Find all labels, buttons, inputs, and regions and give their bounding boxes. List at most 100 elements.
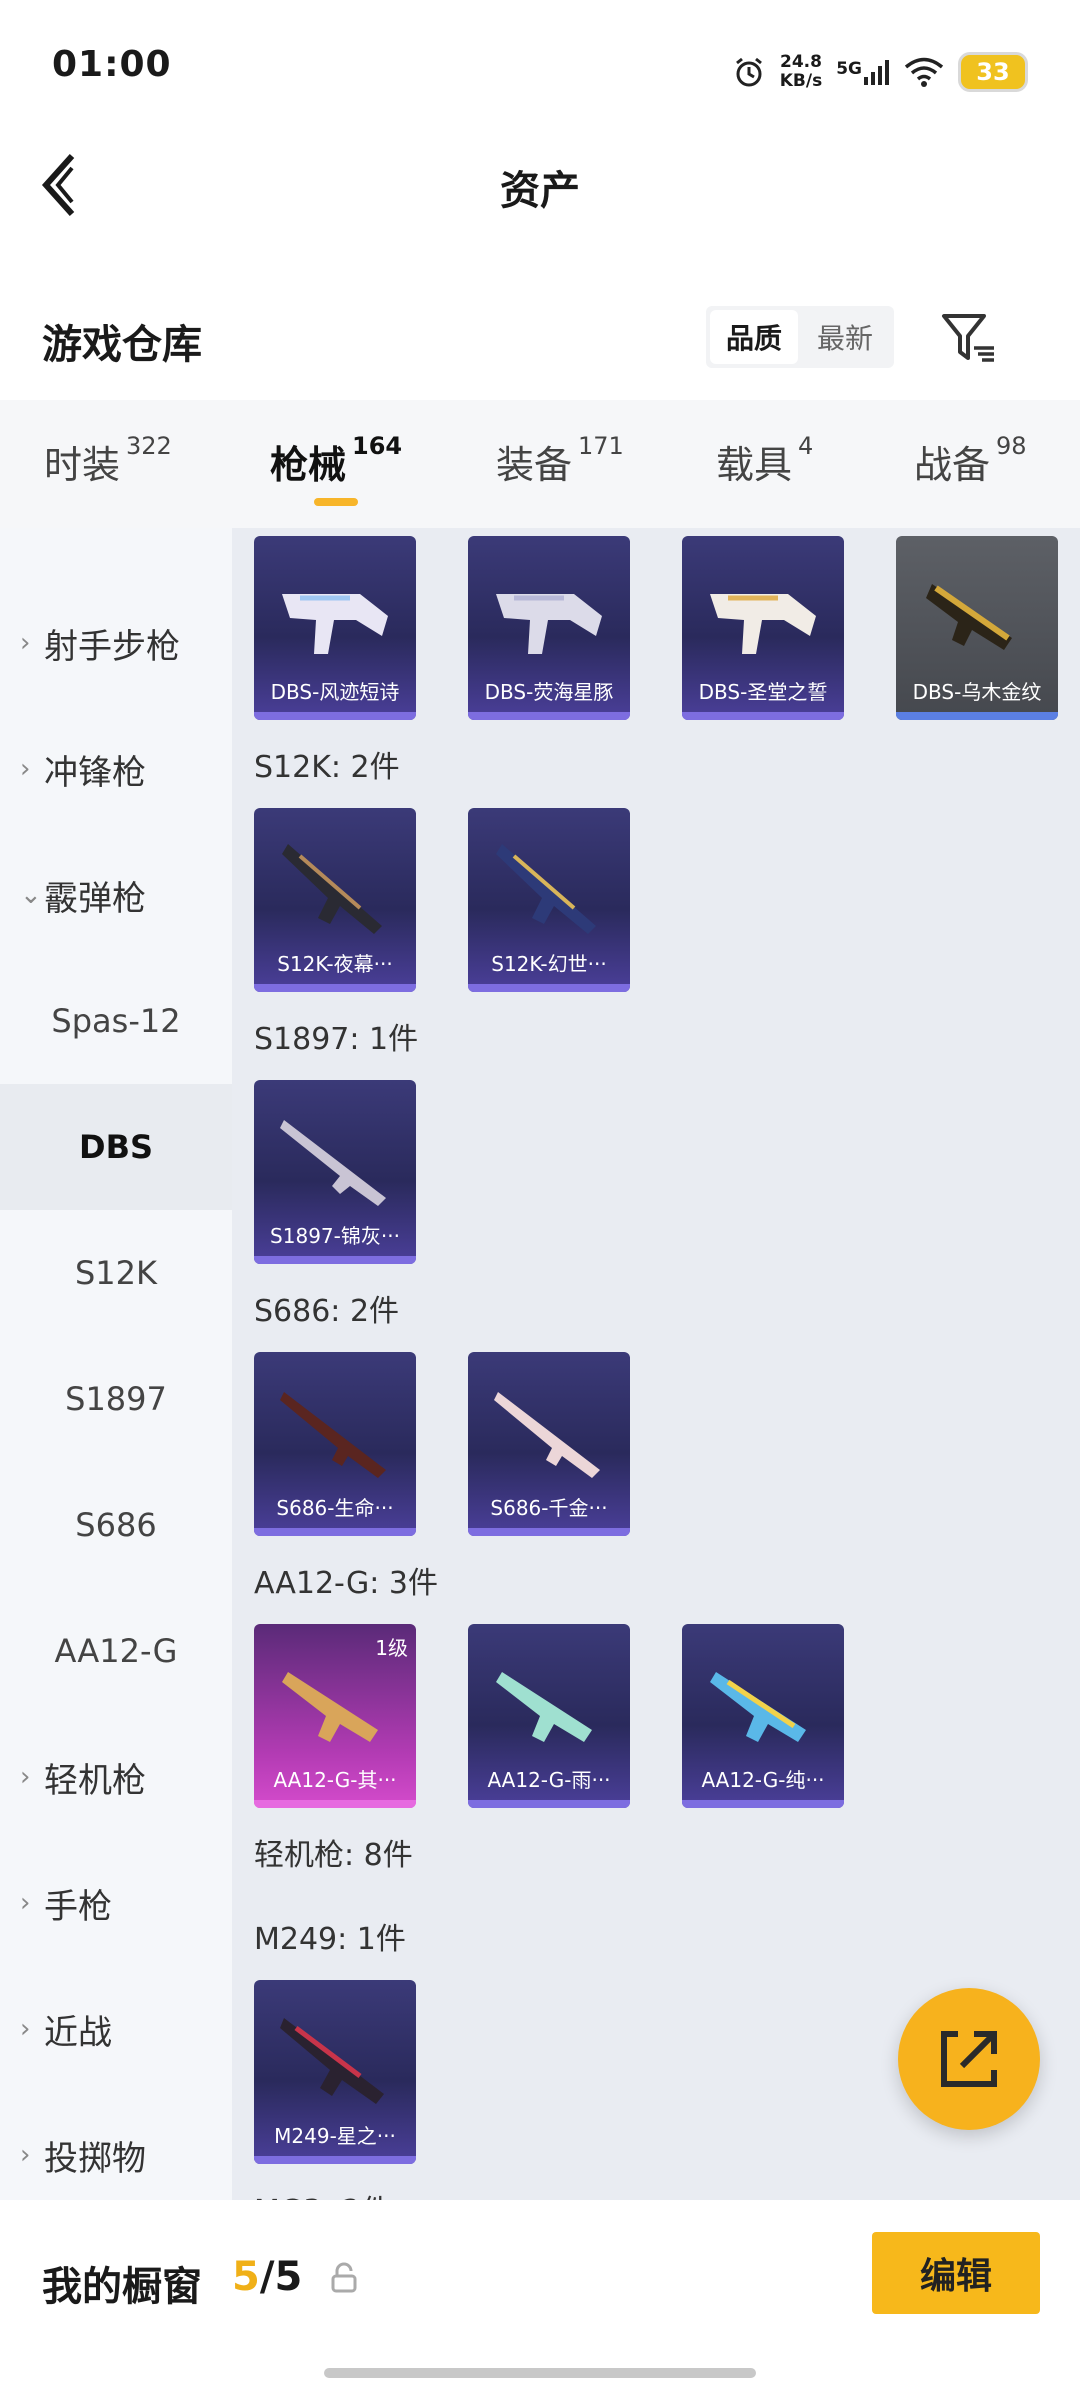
weapon-skin-image	[710, 594, 816, 654]
sidebar-item-s686[interactable]: S686	[0, 1462, 232, 1588]
weapon-card-name: M249-星之···	[274, 2124, 396, 2148]
tab-fashion[interactable]: 时装 322	[44, 432, 172, 489]
rarity-stripe	[682, 712, 844, 720]
weapon-card-name: DBS-风迹短诗	[270, 680, 400, 704]
sidebar-item-label: 近战	[44, 2012, 112, 2053]
weapon-card[interactable]: DBS-乌木金纹	[896, 536, 1058, 720]
status-icons: 24.8 KB/s 5G 33	[732, 50, 1028, 94]
tab-label: 载具	[716, 443, 793, 487]
weapon-grid: DBS-风迹短诗 DBS-荧海星豚 DBS-圣堂之誓 DBS-乌木金纹 S12K…	[232, 528, 1080, 2200]
weapon-skin-image	[710, 1672, 806, 1742]
page-title: 资产	[500, 168, 580, 214]
sidebar-item-shotgun[interactable]: ⌄ 霰弹枪	[0, 832, 232, 958]
sidebar-item-aa12g[interactable]: AA12-G	[0, 1588, 232, 1714]
weapon-card-name: AA12-G-其···	[273, 1768, 397, 1792]
battery-indicator: 33	[958, 52, 1028, 92]
weapon-card-name: DBS-荧海星豚	[484, 680, 614, 704]
weapon-card[interactable]: AA12-G-雨···	[468, 1624, 630, 1808]
sidebar-item-spas12[interactable]: Spas-12	[0, 958, 232, 1084]
tab-count: 4	[798, 432, 814, 460]
sidebar-item-dbs[interactable]: DBS	[0, 1084, 232, 1210]
sidebar-item-label: 投掷物	[44, 2138, 146, 2179]
sort-quality-option[interactable]: 品质	[710, 310, 798, 364]
signal-icon	[864, 60, 889, 85]
chevron-right-icon: ›	[20, 1888, 31, 1918]
sidebar-item-label: 冲锋枪	[44, 752, 146, 793]
weapon-card-name: S686-生命···	[276, 1496, 394, 1520]
network-speed-value: 24.8	[779, 52, 822, 72]
weapon-skin-image	[496, 844, 596, 934]
sort-toggle: 品质 最新	[706, 306, 894, 368]
sidebar-item-label: 轻机枪	[44, 1760, 146, 1801]
warehouse-title: 游戏仓库	[42, 322, 202, 368]
sidebar-item-smg[interactable]: › 冲锋枪	[0, 706, 232, 832]
tab-count: 164	[352, 432, 403, 460]
group-label-aa12g: AA12-G: 3件	[254, 1566, 438, 1601]
sidebar-item-label: 霰弹枪	[44, 878, 146, 919]
active-tab-indicator	[314, 498, 358, 506]
weapon-card[interactable]: S12K-夜幕···	[254, 808, 416, 992]
sidebar-item-marksman-rifle[interactable]: › 射手步枪	[0, 580, 232, 706]
weapon-card[interactable]: AA12-G-纯···	[682, 1624, 844, 1808]
weapon-skin-image	[494, 1392, 600, 1478]
weapon-skin-image	[496, 594, 602, 654]
rarity-stripe	[896, 712, 1058, 720]
weapon-card[interactable]: DBS-圣堂之誓	[682, 536, 844, 720]
weapon-card-name: S1897-锦灰···	[270, 1224, 400, 1248]
sidebar-item-s12k[interactable]: S12K	[0, 1210, 232, 1336]
weapon-card-name: AA12-G-雨···	[487, 1768, 611, 1792]
weapon-card-name: AA12-G-纯···	[701, 1768, 825, 1792]
tab-vehicles[interactable]: 载具 4	[716, 432, 814, 489]
sort-newest-option[interactable]: 最新	[798, 306, 892, 368]
group-label-s686: S686: 2件	[254, 1294, 400, 1329]
weapon-skin-image	[926, 584, 1012, 650]
rarity-stripe	[254, 1800, 416, 1808]
weapon-card[interactable]: 1级 AA12-G-其···	[254, 1624, 416, 1808]
rarity-stripe	[468, 1800, 630, 1808]
filter-icon[interactable]	[940, 310, 996, 366]
network-type: 5G	[836, 59, 862, 79]
rarity-stripe	[468, 712, 630, 720]
weapon-skin-image	[280, 2018, 384, 2104]
sidebar-item-pistol[interactable]: › 手枪	[0, 1840, 232, 1966]
showcase-label: 我的橱窗	[42, 2264, 202, 2310]
rarity-stripe	[254, 1256, 416, 1264]
rarity-stripe	[468, 984, 630, 992]
rarity-stripe	[682, 1800, 844, 1808]
weapon-skin-image	[280, 1120, 386, 1206]
home-indicator[interactable]	[324, 2368, 756, 2378]
chevron-right-icon: ›	[20, 1762, 31, 1792]
weapon-card[interactable]: S1897-锦灰···	[254, 1080, 416, 1264]
weapon-card[interactable]: S686-生命···	[254, 1352, 416, 1536]
weapon-skin-image	[280, 1392, 386, 1478]
edit-button[interactable]: 编辑	[872, 2232, 1040, 2314]
weapon-card-name: DBS-乌木金纹	[912, 680, 1042, 704]
rarity-stripe	[254, 984, 416, 992]
weapon-card[interactable]: S12K-幻世···	[468, 808, 630, 992]
sidebar-item-melee[interactable]: › 近战	[0, 1966, 232, 2092]
sidebar-item-lmg[interactable]: › 轻机枪	[0, 1714, 232, 1840]
weapon-skin-image	[282, 594, 388, 654]
tab-label: 时装	[44, 443, 121, 487]
chevron-right-icon: ›	[20, 2014, 31, 2044]
category-tabs: 时装 322 枪械 164 装备 171 载具 4 战备 98	[0, 400, 1080, 528]
network-speed-unit: KB/s	[779, 71, 823, 91]
sidebar-item-s1897[interactable]: S1897	[0, 1336, 232, 1462]
tab-supplies[interactable]: 战备 98	[914, 432, 1027, 489]
tab-firearms[interactable]: 枪械 164	[270, 432, 403, 489]
weapon-card-name: S12K-夜幕···	[277, 952, 393, 976]
weapon-card[interactable]: DBS-荧海星豚	[468, 536, 630, 720]
share-button[interactable]	[898, 1988, 1040, 2130]
weapon-skin-image	[282, 844, 382, 934]
tab-count: 322	[126, 432, 172, 460]
weapon-card[interactable]: M249-星之···	[254, 1980, 416, 2164]
rarity-stripe	[254, 1528, 416, 1536]
weapon-card[interactable]: DBS-风迹短诗	[254, 536, 416, 720]
showcase-total: /5	[259, 2254, 303, 2300]
tab-equipment[interactable]: 装备 171	[496, 432, 624, 489]
weapon-card[interactable]: S686-千金···	[468, 1352, 630, 1536]
weapon-card-name: S686-千金···	[490, 1496, 608, 1520]
tab-label: 装备	[496, 443, 573, 487]
chevron-right-icon: ›	[20, 754, 31, 784]
group-label-m249: M249: 1件	[254, 1922, 406, 1957]
